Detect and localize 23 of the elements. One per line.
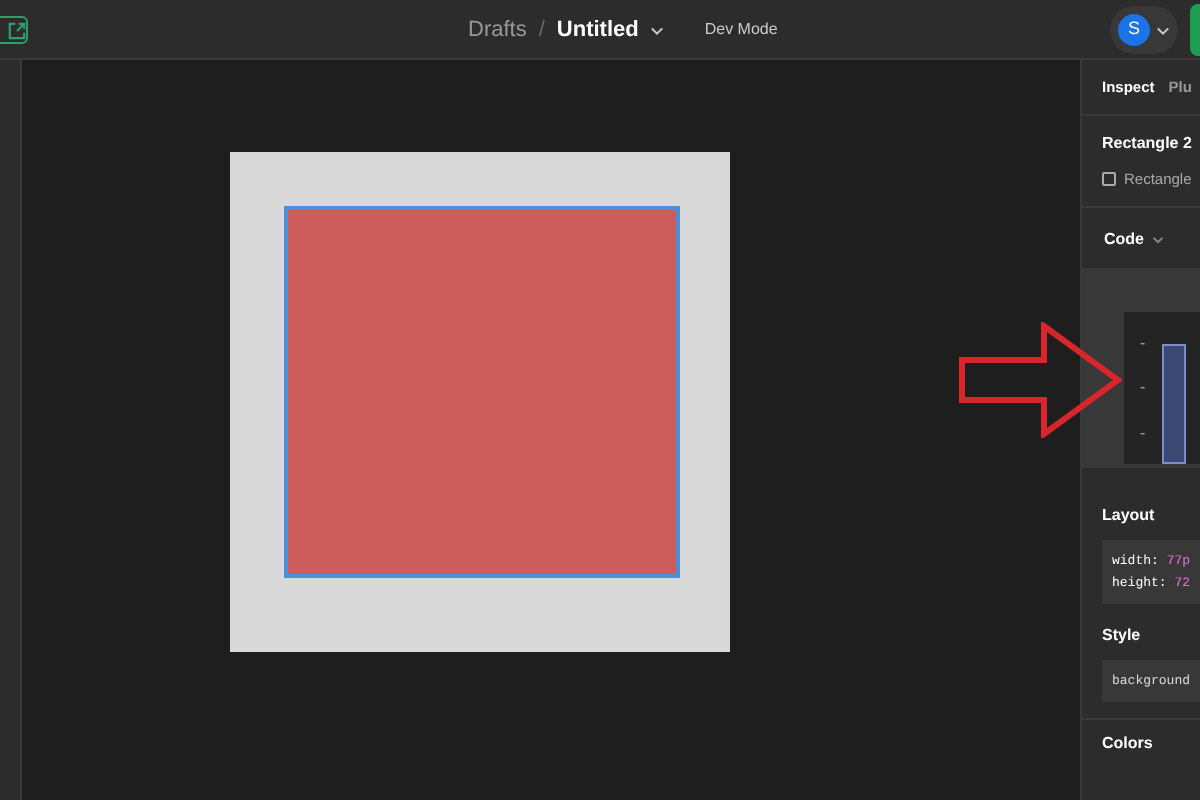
spacing-marker: - xyxy=(1140,331,1146,356)
chevron-down-icon[interactable] xyxy=(1156,25,1170,35)
layer-name: Rectangle 2 xyxy=(1102,132,1194,156)
section-title: Layout xyxy=(1102,504,1157,529)
spacing-marker: - xyxy=(1140,421,1146,446)
file-name[interactable]: Untitled xyxy=(556,13,639,47)
user-avatar[interactable]: S xyxy=(1118,14,1150,46)
spacing-marker: - xyxy=(1140,376,1146,401)
frame[interactable] xyxy=(230,152,730,652)
user-menu[interactable]: S xyxy=(1110,6,1178,54)
content-box xyxy=(1161,344,1186,465)
chevron-down-icon[interactable] xyxy=(650,25,665,35)
chevron-down-icon[interactable] xyxy=(1152,236,1164,245)
section-title[interactable]: Code xyxy=(1104,228,1144,253)
open-external-button[interactable] xyxy=(0,16,28,44)
rectangle-icon xyxy=(1102,172,1116,187)
external-link-icon xyxy=(8,21,26,39)
dev-mode-label[interactable]: Dev Mode xyxy=(704,18,778,42)
section-title: Style xyxy=(1102,624,1143,649)
section-title: Colors xyxy=(1102,732,1155,757)
breadcrumb-separator: / xyxy=(538,15,545,46)
breadcrumb-link[interactable]: Drafts xyxy=(468,13,527,47)
arrow-right-icon xyxy=(958,322,1122,438)
